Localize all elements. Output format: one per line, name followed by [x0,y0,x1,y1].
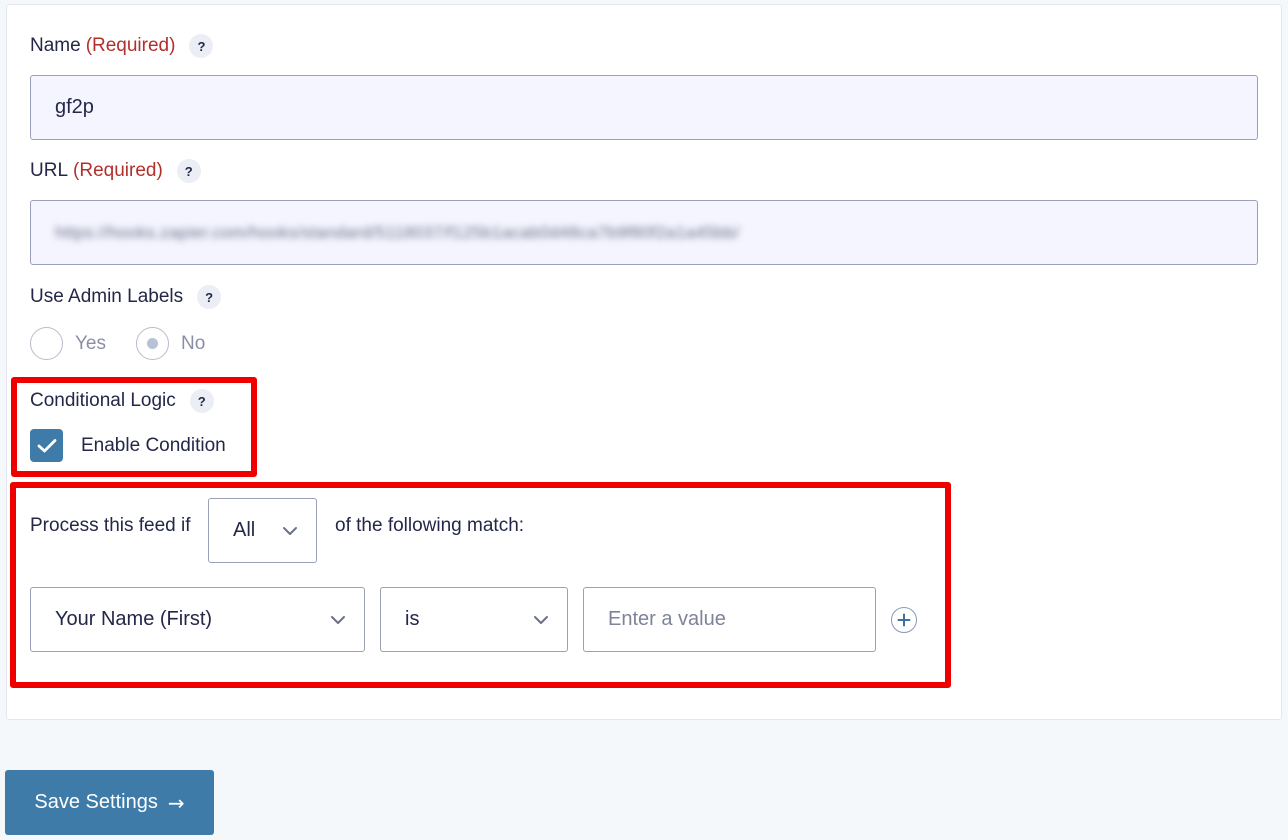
plus-icon [897,613,911,627]
condition-value-input[interactable]: Enter a value [583,587,876,652]
admin-labels-label-row: Use Admin Labels ? [30,285,222,309]
admin-labels-radio-group: Yes No [30,327,235,360]
conditional-logic-label: Conditional Logic [30,390,176,411]
condition-suffix-row: of the following match: [335,515,524,537]
match-type-select[interactable]: All [208,498,317,563]
save-settings-label: Save Settings [34,791,158,813]
add-condition-plus-icon[interactable] [891,607,917,633]
chevron-down-icon [331,615,345,624]
admin-labels-label: Use Admin Labels [30,286,184,307]
admin-labels-yes-radio[interactable] [30,327,63,360]
condition-operator-value: is [405,608,420,630]
match-type-value: All [233,519,256,541]
condition-value-placeholder: Enter a value [608,608,726,630]
admin-labels-help-icon[interactable]: ? [197,285,222,309]
admin-labels-yes-label[interactable]: Yes [75,333,106,355]
conditional-logic-label-row: Conditional Logic ? [30,389,214,413]
condition-operator-select[interactable]: is [380,587,568,652]
condition-field-value: Your Name (First) [55,608,213,630]
save-settings-button[interactable]: Save Settings → [5,770,214,835]
name-required-text: (Required) [85,35,176,56]
condition-prefix-row: Process this feed if [30,515,191,537]
url-label: URL [30,160,69,181]
condition-field-select[interactable]: Your Name (First) [30,587,365,652]
radio-selected-dot [147,338,158,349]
name-label: Name [30,35,81,56]
url-label-row: URL (Required) ? [30,159,201,183]
url-input-value: https://hooks.zapier.com/hooks/standard/… [55,222,740,242]
chevron-down-icon [283,526,297,535]
condition-suffix-text: of the following match: [335,515,525,536]
name-help-icon[interactable]: ? [189,34,214,58]
admin-labels-no-label[interactable]: No [181,333,205,355]
condition-prefix-text: Process this feed if [30,515,191,536]
admin-labels-no-radio[interactable] [136,327,169,360]
url-help-icon[interactable]: ? [176,159,201,183]
enable-condition-row: Enable Condition [30,429,226,462]
enable-condition-label[interactable]: Enable Condition [81,435,226,457]
arrow-right-icon: → [167,790,185,815]
name-label-row: Name (Required) ? [30,34,214,58]
enable-condition-checkbox[interactable] [30,429,63,462]
chevron-down-icon [534,615,548,624]
checkmark-icon [37,438,56,452]
name-input-value: gf2p [55,96,94,118]
name-input[interactable]: gf2p [30,75,1258,140]
condition-rule-highlight [10,482,951,688]
conditional-logic-help-icon[interactable]: ? [189,389,214,413]
url-input[interactable]: https://hooks.zapier.com/hooks/standard/… [30,200,1258,265]
url-required-text: (Required) [73,160,163,181]
